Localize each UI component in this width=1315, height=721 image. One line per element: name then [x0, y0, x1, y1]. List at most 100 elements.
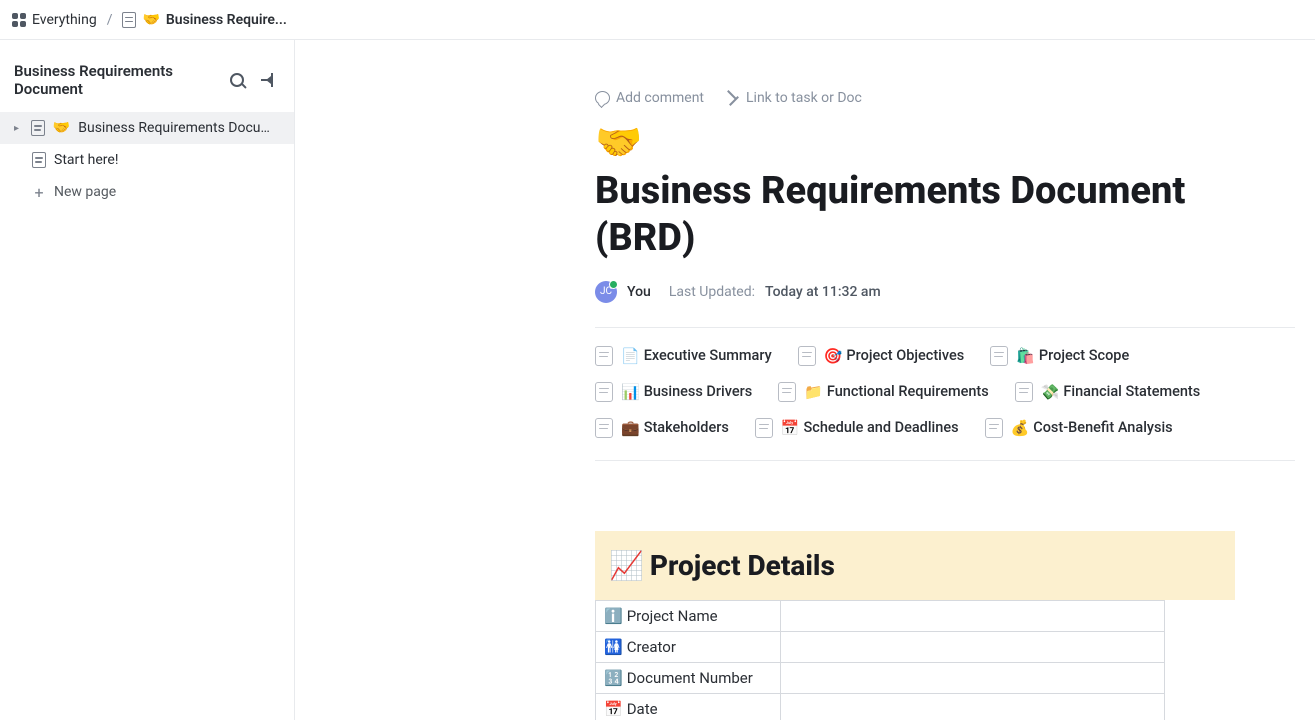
chevron-right-icon: ▸ [14, 123, 23, 134]
section-emoji: 📊 [621, 383, 640, 401]
row-emoji: ℹ️ [604, 607, 623, 625]
section-label: Executive Summary [644, 347, 772, 364]
section-emoji: 💼 [621, 419, 640, 437]
detail-label-cell: 🚻Creator [596, 631, 781, 662]
breadcrumb-current-label: Business Require... [166, 12, 287, 28]
table-row: 🚻Creator [596, 631, 1165, 662]
title-emoji: 🤝 [595, 120, 642, 168]
project-details-table: ℹ️Project Name🚻Creator🔢Document Number📅D… [595, 600, 1165, 721]
section-label: Stakeholders [644, 419, 729, 436]
section-emoji: 💰 [1011, 419, 1030, 437]
doc-icon [595, 382, 613, 402]
doc-icon [985, 418, 1003, 438]
collapse-icon [261, 73, 277, 87]
heading-text: Project Details [650, 549, 835, 582]
section-label: Cost-Benefit Analysis [1033, 419, 1172, 436]
last-updated-value: Today at 11:32 am [765, 284, 881, 300]
row-label: Document Number [627, 669, 753, 687]
row-label: Date [627, 700, 658, 718]
detail-label-cell: ℹ️Project Name [596, 600, 781, 631]
section-emoji: 📄 [621, 347, 640, 365]
detail-value-cell[interactable] [781, 600, 1165, 631]
section-label: Financial Statements [1063, 383, 1200, 400]
detail-value-cell[interactable] [781, 631, 1165, 662]
breadcrumb-current[interactable]: 🤝 Business Require... [122, 12, 286, 28]
detail-label-cell: 🔢Document Number [596, 662, 781, 693]
link-icon [726, 91, 740, 105]
breadcrumb-root[interactable]: Everything [12, 12, 97, 28]
section-emoji: 📁 [804, 383, 823, 401]
project-details-banner: 📈 Project Details [595, 531, 1235, 600]
doc-meta: JC You Last Updated: Today at 11:32 am [595, 281, 1295, 328]
section-label: Business Drivers [644, 383, 753, 400]
breadcrumb-separator: / [107, 12, 113, 28]
link-task-button[interactable]: Link to task or Doc [726, 90, 862, 106]
section-label: Schedule and Deadlines [804, 419, 959, 436]
breadcrumb-emoji: 🤝 [142, 12, 159, 28]
doc-icon [31, 120, 45, 136]
section-link[interactable]: 📄Executive Summary [595, 346, 772, 366]
section-label: Project Objectives [846, 347, 964, 364]
page-title[interactable]: 🤝 Business Requirements Document (BRD) [595, 120, 1295, 263]
section-link[interactable]: 📊Business Drivers [595, 382, 752, 402]
table-row: ℹ️Project Name [596, 600, 1165, 631]
doc-icon [122, 12, 136, 28]
row-label: Project Name [627, 607, 718, 625]
section-label: Functional Requirements [827, 383, 989, 400]
section-links: 📄Executive Summary🎯Project Objectives🛍️P… [595, 346, 1295, 461]
add-comment-label: Add comment [616, 90, 704, 106]
everything-icon [12, 13, 26, 27]
sidebar-item-start-here[interactable]: Start here! [0, 144, 294, 176]
doc-icon [32, 152, 46, 168]
breadcrumb-root-label: Everything [32, 12, 97, 28]
doc-icon [798, 346, 816, 366]
section-link[interactable]: 💸Financial Statements [1015, 382, 1201, 402]
row-emoji: 🚻 [604, 638, 623, 656]
table-row: 📅Date [596, 693, 1165, 720]
doc-icon [1015, 382, 1033, 402]
sidebar: Business Requirements Document ▸ 🤝 Busin… [0, 40, 295, 720]
table-row: 🔢Document Number [596, 662, 1165, 693]
doc-icon [595, 346, 613, 366]
row-emoji: 🔢 [604, 669, 623, 687]
section-link[interactable]: 📁Functional Requirements [778, 382, 989, 402]
sidebar-item-label: Business Requirements Document ... [78, 120, 280, 136]
detail-value-cell[interactable] [781, 693, 1165, 720]
sidebar-item-label: Start here! [54, 152, 118, 168]
sidebar-title: Business Requirements Document [14, 62, 216, 98]
section-emoji: 🎯 [824, 347, 843, 365]
section-link[interactable]: 📅Schedule and Deadlines [755, 418, 959, 438]
section-emoji: 💸 [1041, 383, 1060, 401]
doc-icon [778, 382, 796, 402]
section-link[interactable]: 🛍️Project Scope [990, 346, 1129, 366]
section-link[interactable]: 🎯Project Objectives [798, 346, 965, 366]
search-icon [230, 73, 244, 87]
sidebar-header: Business Requirements Document [0, 62, 294, 98]
new-page-button[interactable]: + New page [0, 176, 294, 208]
heading-emoji: 📈 [609, 549, 644, 582]
doc-icon [755, 418, 773, 438]
section-emoji: 🛍️ [1016, 347, 1035, 365]
doc-icon [595, 418, 613, 438]
add-comment-button[interactable]: Add comment [595, 90, 704, 106]
detail-label-cell: 📅Date [596, 693, 781, 720]
sidebar-item-brd[interactable]: ▸ 🤝 Business Requirements Document ... [0, 112, 294, 144]
breadcrumb: Everything / 🤝 Business Require... [0, 0, 1315, 40]
section-link[interactable]: 💰Cost-Benefit Analysis [985, 418, 1173, 438]
row-label: Creator [627, 638, 676, 656]
section-link[interactable]: 💼Stakeholders [595, 418, 729, 438]
avatar[interactable]: JC [595, 281, 617, 303]
content: Add comment Link to task or Doc 🤝 Busine… [295, 40, 1315, 720]
author-name: You [627, 284, 651, 300]
comment-icon [595, 91, 610, 105]
search-button[interactable] [226, 69, 248, 91]
collapse-sidebar-button[interactable] [258, 69, 280, 91]
section-emoji: 📅 [781, 419, 800, 437]
section-label: Project Scope [1039, 347, 1129, 364]
doc-icon [990, 346, 1008, 366]
plus-icon: + [32, 183, 46, 202]
title-text: Business Requirements Document (BRD) [595, 168, 1295, 263]
row-emoji: 📅 [604, 700, 623, 718]
detail-value-cell[interactable] [781, 662, 1165, 693]
link-task-label: Link to task or Doc [746, 90, 862, 106]
